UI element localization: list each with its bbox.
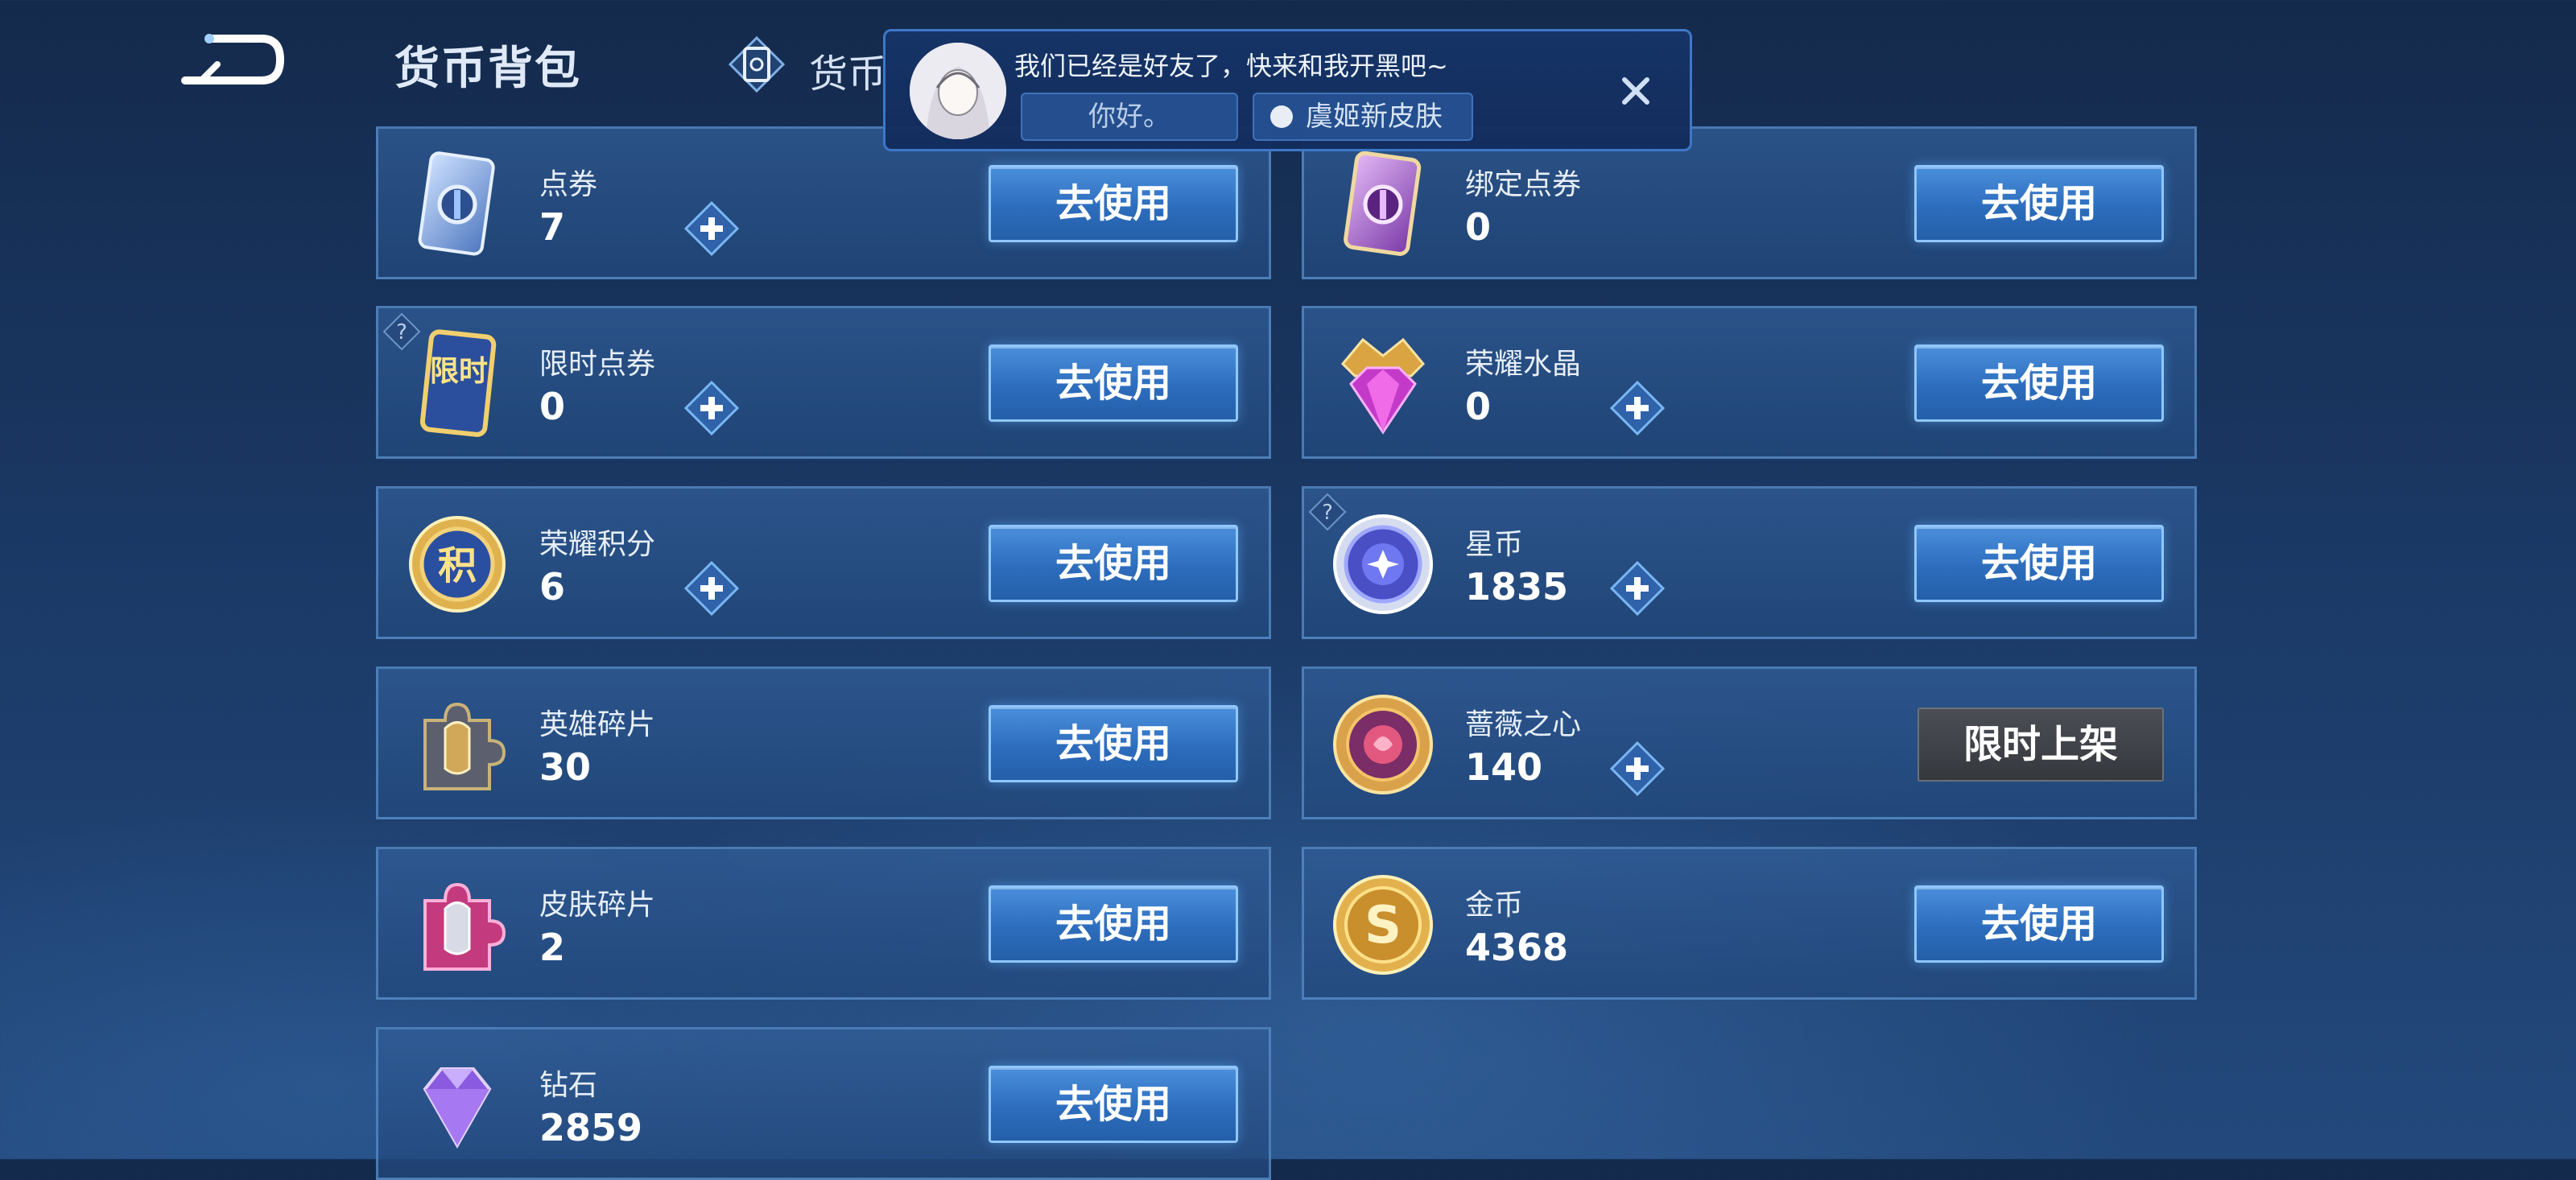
quick-reply-hello[interactable]: 你好。 — [1021, 93, 1238, 141]
currency-value: 4368 — [1465, 926, 1569, 969]
svg-text:积: 积 — [438, 543, 477, 588]
star-coin-icon — [1333, 514, 1433, 614]
quick-reply-skin-label: 虞姬新皮肤 — [1306, 101, 1443, 133]
currency-card-glory-crystal: 荣耀水晶 0 去使用 — [1302, 306, 2197, 459]
currency-name: 蔷薇之心 — [1465, 708, 1582, 741]
currency-card-skin-fragment: 皮肤碎片 2 去使用 — [376, 847, 1271, 1000]
use-button[interactable]: 去使用 — [989, 705, 1238, 782]
currency-name: 绑定点券 — [1465, 168, 1582, 201]
close-icon[interactable] — [1615, 70, 1657, 112]
rose-heart-icon — [1333, 695, 1433, 794]
currency-card-glory-points: 积 荣耀积分 6 去使用 — [376, 486, 1271, 639]
currency-name: 星币 — [1465, 528, 1524, 561]
svg-text:S: S — [1364, 896, 1402, 955]
limited-time-button[interactable]: 限时上架 — [1918, 708, 2164, 782]
currency-value: 6 — [539, 565, 566, 609]
currency-value: 2859 — [539, 1106, 643, 1149]
glory-points-icon: 积 — [409, 516, 506, 613]
currency-name: 钻石 — [539, 1069, 598, 1102]
currency-value: 0 — [539, 385, 566, 428]
use-button[interactable]: 去使用 — [1914, 885, 2164, 963]
hero-fragment-icon — [423, 702, 506, 790]
currency-name: 点券 — [539, 168, 598, 201]
bound-coupon-icon — [1344, 151, 1422, 256]
add-icon[interactable] — [1610, 381, 1665, 435]
currency-value: 7 — [539, 205, 566, 249]
add-icon[interactable] — [684, 561, 739, 616]
currency-card-gold-coin: S 金币 4368 去使用 — [1302, 847, 2197, 1000]
add-icon[interactable] — [684, 381, 739, 435]
use-button[interactable]: 去使用 — [989, 525, 1238, 602]
currency-card-star-coin: ? 星币 1835 去使用 — [1302, 486, 2197, 639]
currency-card-hero-fragment: 英雄碎片 30 去使用 — [376, 666, 1271, 819]
currency-name: 荣耀水晶 — [1465, 348, 1582, 381]
currency-value: 2 — [539, 926, 566, 969]
svg-text:限时: 限时 — [430, 355, 488, 388]
currency-name: 荣耀积分 — [539, 528, 656, 561]
use-button[interactable]: 去使用 — [1914, 165, 2164, 242]
use-button[interactable]: 去使用 — [1914, 345, 2164, 422]
currency-name: 金币 — [1465, 889, 1524, 922]
currency-value: 0 — [1465, 385, 1492, 428]
chat-message: 我们已经是好友了，快来和我开黑吧~ — [1014, 51, 1448, 81]
use-button[interactable]: 去使用 — [1914, 525, 2164, 602]
gold-coin-icon: S — [1333, 875, 1433, 975]
diamond-icon — [423, 1067, 492, 1149]
use-button[interactable]: 去使用 — [989, 885, 1238, 963]
page-title: 货币背包 — [394, 43, 581, 95]
currency-tab-icon[interactable] — [729, 36, 785, 93]
currency-card-rose-heart: 蔷薇之心 140 限时上架 — [1302, 666, 2197, 819]
tab-currency[interactable]: 货币 — [809, 42, 886, 98]
avatar — [910, 43, 1006, 139]
add-icon[interactable] — [1610, 741, 1665, 796]
add-icon[interactable] — [1610, 561, 1665, 616]
coupon-ticket-icon — [418, 151, 495, 256]
use-button[interactable]: 去使用 — [989, 1066, 1238, 1143]
add-icon[interactable] — [684, 201, 739, 256]
currency-card-diamond: 钻石 2859 去使用 — [376, 1027, 1271, 1180]
currency-value: 1835 — [1465, 565, 1569, 609]
limited-coupon-icon: 限时 — [419, 329, 497, 437]
currency-value: 30 — [539, 745, 592, 789]
currency-name: 限时点券 — [539, 348, 656, 381]
currency-value: 0 — [1465, 205, 1492, 249]
chat-notification[interactable]: 我们已经是好友了，快来和我开黑吧~ 你好。 虞姬新皮肤 — [883, 29, 1692, 151]
glory-crystal-icon — [1340, 337, 1426, 435]
quick-reply-skin[interactable]: 虞姬新皮肤 — [1253, 93, 1473, 141]
currency-name: 皮肤碎片 — [539, 889, 656, 922]
currency-card-limited-coupon: ? 限时 限时点券 0 去使用 — [376, 306, 1271, 459]
currency-value: 140 — [1465, 745, 1543, 789]
currency-name: 英雄碎片 — [539, 708, 656, 741]
back-arrow-icon[interactable] — [177, 32, 290, 93]
use-button[interactable]: 去使用 — [989, 165, 1238, 242]
use-button[interactable]: 去使用 — [989, 345, 1238, 422]
skin-fragment-icon — [423, 882, 506, 971]
emoji-icon — [1270, 105, 1293, 128]
